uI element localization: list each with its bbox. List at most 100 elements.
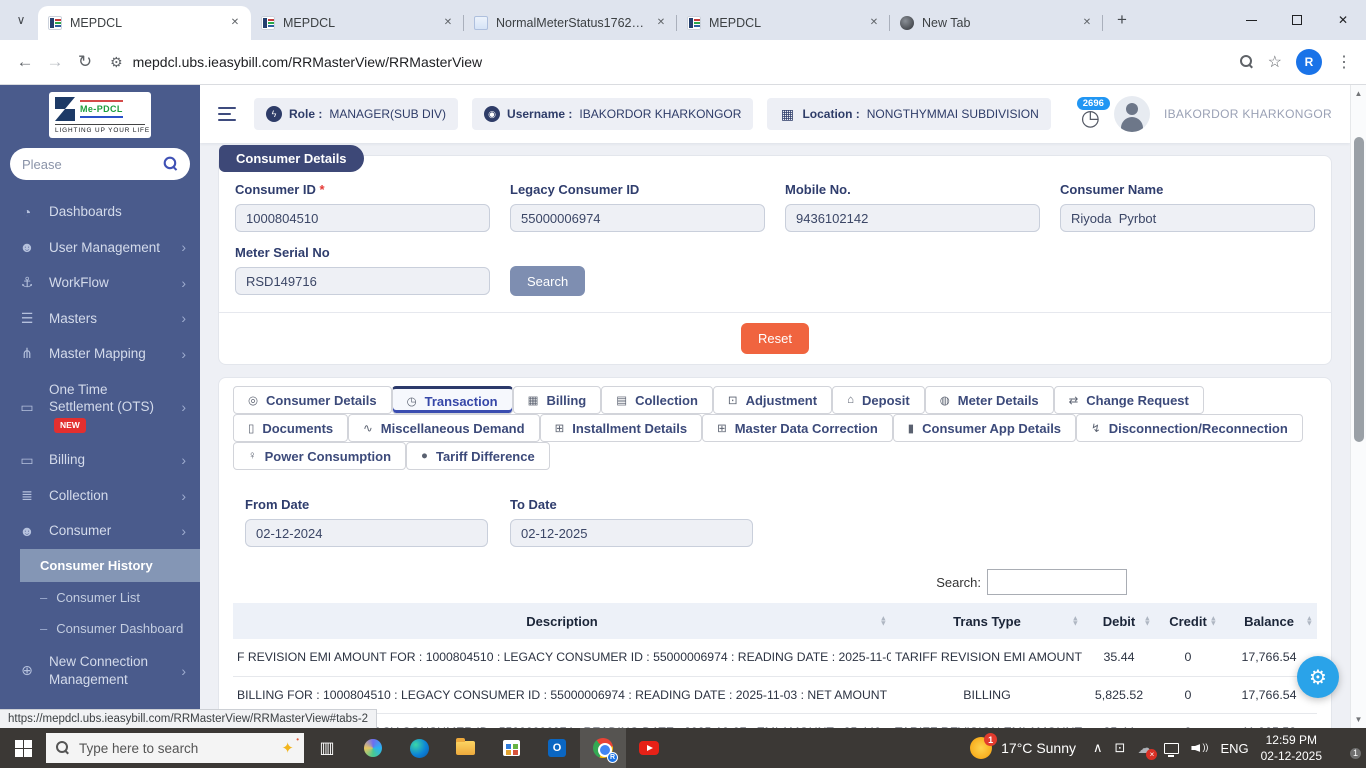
tab-billing[interactable]: ▦ Billing [512,386,602,414]
tab-disconnection-reconnection[interactable]: ↯ Disconnection/Reconnection [1076,414,1303,442]
sidebar-subitem-consumer-history[interactable]: Consumer History [20,549,200,583]
tab-close-icon[interactable]: ✕ [653,15,669,31]
column-header-description[interactable]: Description ▲ ▼ [233,603,891,639]
language-indicator[interactable]: ENG [1220,741,1248,756]
scrollbar-thumb[interactable] [1354,137,1364,442]
reset-button[interactable]: Reset [741,323,809,354]
edge-button[interactable] [396,728,442,768]
copilot-button[interactable] [350,728,396,768]
taskbar-clock[interactable]: 12:59 PM 02-12-2025 [1261,732,1322,764]
network-icon[interactable] [1164,742,1180,757]
browser-menu-icon[interactable]: ⋮ [1336,52,1352,72]
forward-icon[interactable]: → [40,47,70,77]
volume-icon[interactable] [1191,742,1208,755]
tab-tariff-difference[interactable]: ● Tariff Difference [406,442,550,470]
consumer-id-input[interactable] [235,204,490,232]
sidebar-item-masters[interactable]: ☰ Masters › [0,301,200,337]
sidebar-item-user-management[interactable]: ☻ User Management › [0,230,200,266]
store-button[interactable] [488,728,534,768]
notification-center-button[interactable]: 1 [1338,741,1362,760]
browser-tab[interactable]: MEPDCL ✕ [251,6,464,40]
tab-consumer-app-details[interactable]: ▮ Consumer App Details [892,414,1077,442]
from-date-input[interactable] [245,519,488,547]
site-info-icon[interactable]: ⚙ [110,54,123,71]
column-header-credit[interactable]: Credit ▲ ▼ [1155,603,1221,639]
to-date-input[interactable] [510,519,753,547]
search-icon[interactable] [163,156,179,172]
tab-master-data-correction[interactable]: ⊞ Master Data Correction [702,414,893,442]
tab-close-icon[interactable]: ✕ [1079,15,1095,31]
session-timer[interactable]: ◷ 2696 [1076,96,1110,130]
taskbar-search[interactable]: ✦ [46,733,304,763]
browser-tab[interactable]: New Tab ✕ [890,6,1103,40]
column-header-debit[interactable]: Debit ▲ ▼ [1083,603,1155,639]
snip-icon[interactable]: ⊡ [1115,740,1126,756]
sidebar-search-input[interactable] [22,156,158,172]
maximize-button[interactable] [1274,0,1320,40]
browser-tab[interactable]: MEPDCL ✕ [677,6,890,40]
tab-close-icon[interactable]: ✕ [866,15,882,31]
sidebar-subitem-consumer-dashboard[interactable]: – Consumer Dashboard [0,613,200,644]
legacy-consumer-id-input[interactable] [510,204,765,232]
sidebar-item-dashboards[interactable]: ◔ Dashboards [0,194,200,230]
tab-deposit[interactable]: ⌂ Deposit [832,386,925,414]
tab-transaction[interactable]: ◷ Transaction [391,386,513,414]
onedrive-icon[interactable]: ☁ × [1137,739,1158,760]
tray-chevron-icon[interactable]: ∧ [1093,740,1103,756]
outlook-button[interactable]: O [534,728,580,768]
start-button[interactable] [0,728,46,768]
weather-widget[interactable]: 1 17°C Sunny [964,733,1082,759]
sidebar-item-one-time-settlement-ots-[interactable]: ▭ One Time Settlement (OTS)NEW › [0,372,200,443]
tab-documents[interactable]: ▯ Documents [233,414,349,442]
sidebar-item-workflow[interactable]: ⚓ WorkFlow › [0,265,200,301]
zoom-icon[interactable] [1239,55,1254,69]
search-button[interactable]: Search [510,266,586,296]
browser-tab[interactable]: MEPDCL ✕ [38,6,251,40]
tab-collection[interactable]: ▤ Collection [601,386,713,414]
table-search-input[interactable] [987,569,1127,595]
url-text[interactable]: mepdcl.ubs.ieasybill.com/RRMasterView/RR… [133,54,483,70]
tab-adjustment[interactable]: ⊡ Adjustment [712,386,833,414]
scroll-down-icon[interactable]: ▼ [1351,715,1366,724]
sidebar-item-new-connection-management[interactable]: ⊕ New Connection Management › [0,644,200,697]
tab-change-request[interactable]: ⇄ Change Request [1053,386,1204,414]
settings-fab[interactable]: ⚙ [1297,656,1339,698]
browser-tab[interactable]: NormalMeterStatus1762937 ✕ [464,6,677,40]
bookmark-star-icon[interactable]: ☆ [1268,52,1282,72]
tab-close-icon[interactable]: ✕ [440,15,456,31]
sidebar-item-master-mapping[interactable]: ⋔ Master Mapping › [0,336,200,372]
minimize-button[interactable] [1228,0,1274,40]
tab-close-icon[interactable]: ✕ [227,15,243,31]
file-explorer-button[interactable] [442,728,488,768]
browser-profile-avatar[interactable]: R [1296,49,1322,75]
column-header-balance[interactable]: Balance ▲ ▼ [1221,603,1317,639]
scroll-up-icon[interactable]: ▲ [1351,89,1366,98]
sidebar-item-consumer[interactable]: ☻ Consumer › [0,513,200,549]
chrome-button[interactable]: R [580,728,626,768]
tab-installment-details[interactable]: ⊞ Installment Details [539,414,703,442]
page-scrollbar[interactable]: ▲ ▼ [1350,85,1366,728]
youtube-button[interactable] [626,728,672,768]
hamburger-icon[interactable] [218,107,240,121]
new-tab-button[interactable]: + [1109,7,1135,33]
sidebar-subitem-consumer-list[interactable]: – Consumer List [0,582,200,613]
sidebar-item-collection[interactable]: ≣ Collection › [0,478,200,514]
taskbar-search-input[interactable] [79,740,273,756]
tab-consumer-details[interactable]: ◎ Consumer Details [233,386,392,414]
tab-meter-details[interactable]: ◍ Meter Details [924,386,1054,414]
consumer-name-input[interactable] [1060,204,1315,232]
mobile-no-input[interactable] [785,204,1040,232]
back-icon[interactable]: ← [10,47,40,77]
tab-miscellaneous-demand[interactable]: ∿ Miscellaneous Demand [348,414,540,442]
tab-search-icon[interactable]: ∨ [8,7,34,33]
meter-serial-input[interactable] [235,267,490,295]
close-button[interactable]: ✕ [1320,0,1366,40]
user-avatar[interactable] [1113,96,1150,132]
sidebar-item-billing[interactable]: ▭ Billing › [0,442,200,478]
column-header-trans-type[interactable]: Trans Type ▲ ▼ [891,603,1083,639]
tab-power-consumption[interactable]: ♀ Power Consumption [233,442,407,470]
task-view-button[interactable]: ▥ [304,728,350,768]
user-icon: ☻ [19,239,35,256]
address-bar[interactable]: ⚙ mepdcl.ubs.ieasybill.com/RRMasterView/… [110,54,1240,71]
reload-icon[interactable]: ↻ [70,47,100,77]
